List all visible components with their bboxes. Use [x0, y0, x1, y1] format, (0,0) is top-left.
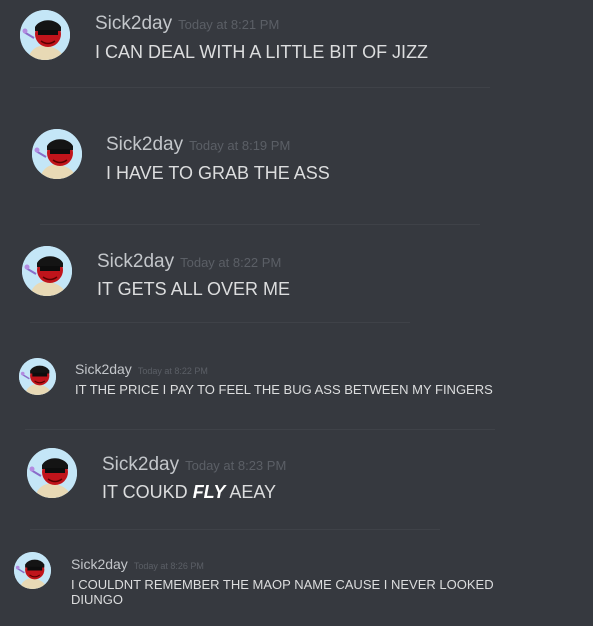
timestamp: Today at 8:26 PM [133, 561, 204, 571]
user-avatar-icon[interactable] [20, 10, 70, 60]
message-header: Sick2day Today at 8:22 PM [75, 361, 208, 377]
username[interactable]: Sick2day [102, 454, 179, 475]
divider [30, 529, 440, 530]
message-text-emphasis: FLY [192, 482, 226, 502]
timestamp: Today at 8:22 PM [137, 366, 208, 376]
timestamp: Today at 8:23 PM [185, 458, 287, 473]
username[interactable]: Sick2day [75, 361, 132, 377]
timestamp: Today at 8:22 PM [180, 255, 282, 270]
message-text: I CAN DEAL WITH A LITTLE BIT OF JIZZ [95, 42, 429, 62]
message-text: IT GETS ALL OVER ME [97, 279, 291, 299]
timestamp: Today at 8:21 PM [178, 17, 280, 32]
divider [30, 87, 490, 88]
message-text: I HAVE TO GRAB THE ASS [106, 163, 330, 183]
divider [25, 429, 495, 430]
user-avatar-icon[interactable] [32, 129, 82, 179]
message-text: I COULDNT REMEMBER THE MAOP NAME CAUSE I… [71, 577, 494, 607]
username[interactable]: Sick2day [95, 13, 172, 34]
username[interactable]: Sick2day [106, 134, 183, 155]
message-header: Sick2day Today at 8:19 PM [106, 134, 290, 156]
message-header: Sick2day Today at 8:26 PM [71, 556, 204, 572]
divider [30, 322, 410, 323]
message-text-part: IT COUKD [102, 482, 193, 502]
message-text: IT THE PRICE I PAY TO FEEL THE BUG ASS B… [75, 382, 493, 397]
message-text-part: AEAY [225, 482, 277, 502]
username[interactable]: Sick2day [71, 556, 128, 572]
user-avatar-icon[interactable] [22, 246, 72, 296]
user-avatar-icon[interactable] [19, 358, 56, 395]
message-header: Sick2day Today at 8:23 PM [102, 454, 286, 476]
user-avatar-icon[interactable] [14, 552, 51, 589]
message-text: IT COUKD FLY AEAY [102, 482, 276, 503]
user-avatar-icon[interactable] [27, 448, 77, 498]
username[interactable]: Sick2day [97, 251, 174, 272]
divider [40, 224, 480, 225]
timestamp: Today at 8:19 PM [189, 138, 291, 153]
message-header: Sick2day Today at 8:21 PM [95, 13, 279, 35]
message-header: Sick2day Today at 8:22 PM [97, 251, 281, 273]
